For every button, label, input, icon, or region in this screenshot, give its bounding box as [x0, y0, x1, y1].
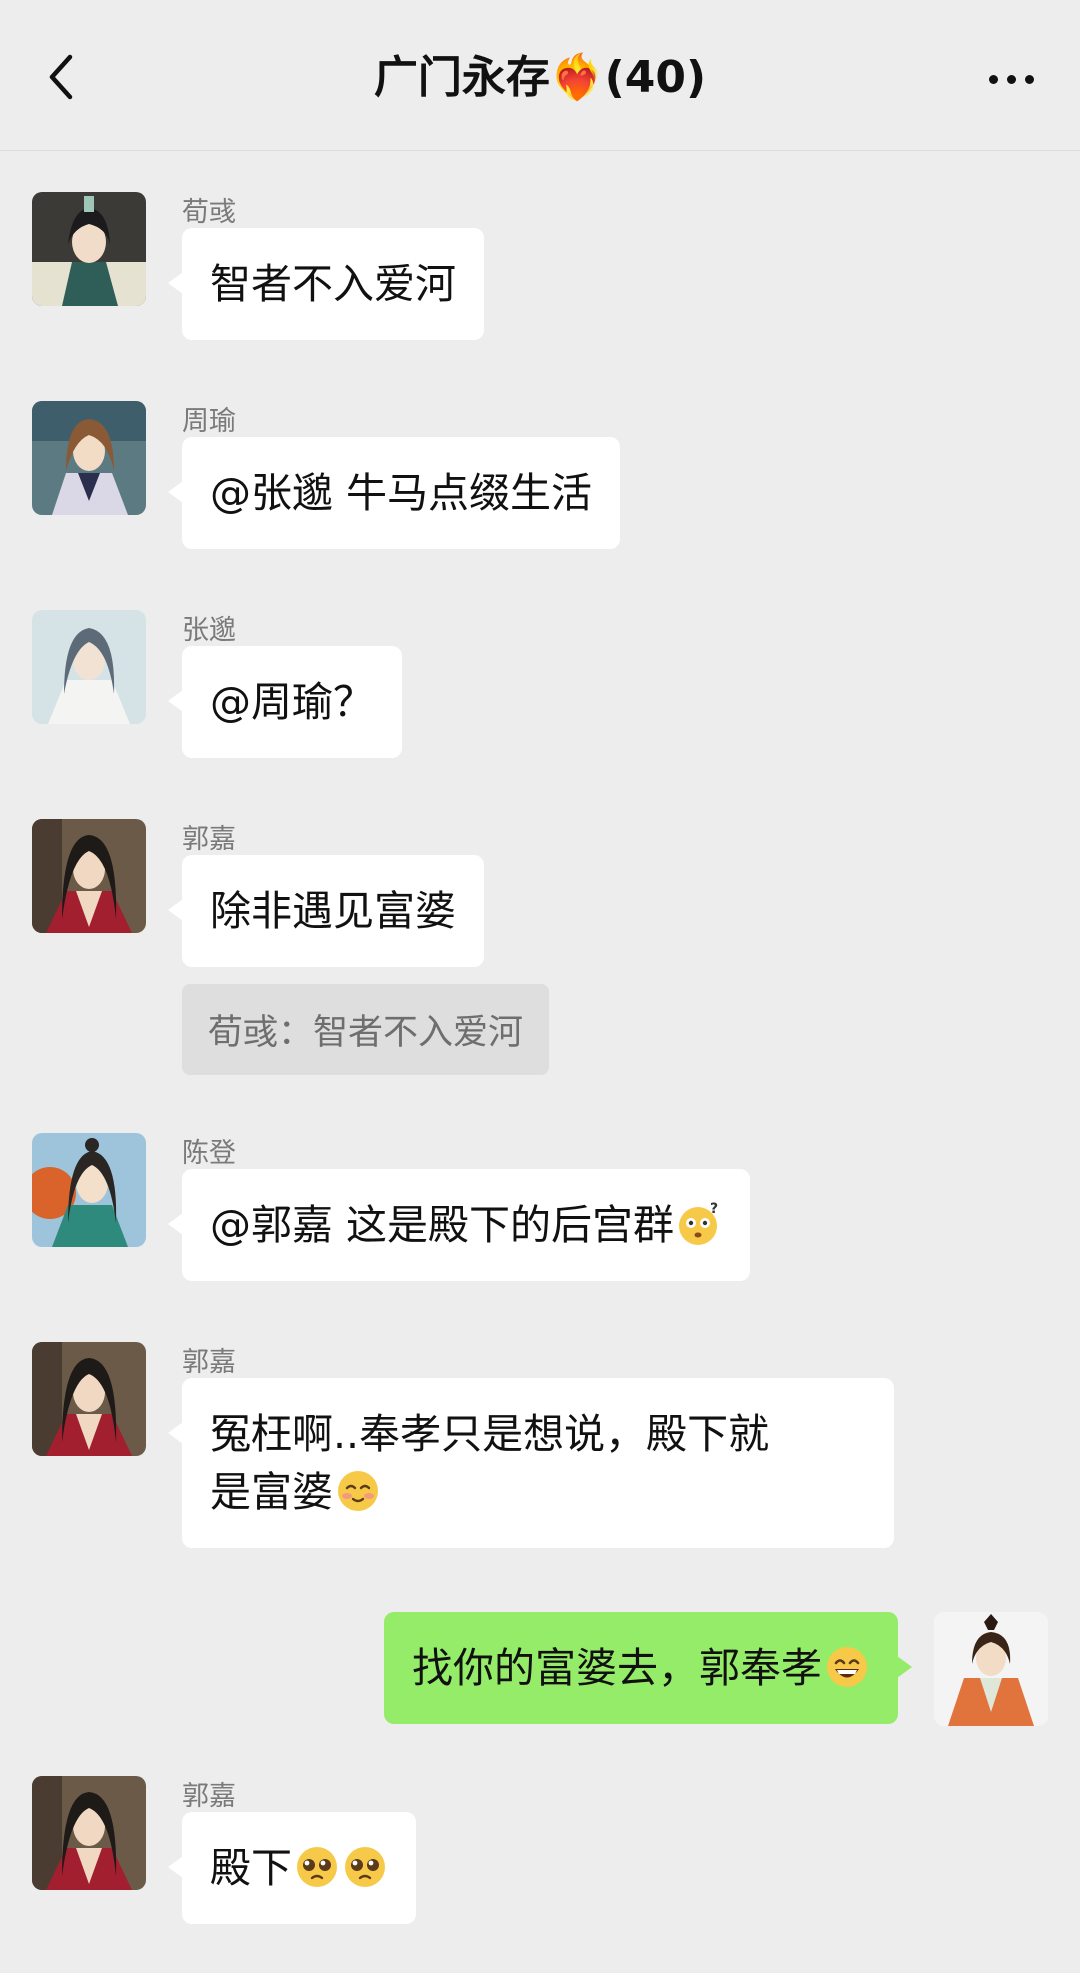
message-text: @周瑜？ [210, 678, 374, 726]
message-bubble[interactable]: 殿下 [168, 1812, 416, 1924]
avatar-self[interactable] [934, 1612, 1048, 1726]
avatar[interactable] [32, 610, 146, 724]
message-text: @郭嘉 这是殿下的后宫群 [210, 1201, 675, 1249]
avatar[interactable] [32, 401, 146, 515]
dot [1024, 74, 1034, 84]
flushed-question-emoji-icon: ? [679, 1201, 718, 1245]
message-text: 找你的富婆去，郭奉孝 [412, 1644, 822, 1692]
sender-name: 郭嘉 [182, 824, 236, 855]
avatar[interactable] [32, 1133, 146, 1247]
blushing-smile-emoji-icon [338, 1471, 378, 1511]
message-bubble[interactable]: @张邈 牛马点缀生活 [167, 437, 621, 549]
message-text-line-2: 是富婆 [210, 1463, 866, 1521]
more-options-button[interactable] [976, 64, 1046, 94]
message-bubble[interactable]: @郭嘉 这是殿下的后宫群 ? [167, 1169, 751, 1281]
message-text: 殿下 [210, 1844, 292, 1892]
sender-name: 郭嘉 [182, 1781, 236, 1812]
message-bubble[interactable]: @周瑜？ [168, 646, 402, 758]
message-text: @张邈 牛马点缀生活 [210, 469, 593, 517]
avatar[interactable] [32, 192, 146, 306]
sender-name: 周瑜 [182, 406, 236, 437]
chat-screen: 广门永存❤️‍🔥(40) 荀彧 智者不入爱河 [0, 0, 1080, 1973]
message-bubble[interactable]: 冤枉啊..奉孝只是想说，殿下就 是富婆 [168, 1378, 894, 1548]
quoted-message[interactable]: 荀彧：智者不入爱河 [182, 984, 550, 1075]
message-text: 是富婆 [210, 1468, 333, 1516]
sender-name: 张邈 [182, 615, 236, 646]
dot [1006, 74, 1016, 84]
message-bubble[interactable]: 除非遇见富婆 [168, 855, 484, 967]
quote-text: 荀彧：智者不入爱河 [208, 1013, 524, 1053]
message-text: 除非遇见富婆 [210, 887, 456, 935]
svg-text:?: ? [710, 1201, 718, 1217]
dot [988, 74, 998, 84]
message-text: 智者不入爱河 [210, 260, 456, 308]
chat-title: 广门永存❤️‍🔥(40) [373, 52, 707, 103]
pleading-emoji-icon [345, 1847, 385, 1887]
sender-name: 荀彧 [182, 197, 236, 228]
avatar[interactable] [32, 1342, 146, 1456]
avatar[interactable] [32, 1776, 146, 1890]
message-bubble-self[interactable]: 找你的富婆去，郭奉孝 [384, 1612, 912, 1724]
sender-name: 郭嘉 [182, 1347, 236, 1378]
pleading-emoji-icon [297, 1847, 337, 1887]
top-bar: 广门永存❤️‍🔥(40) [0, 0, 1080, 151]
avatar[interactable] [32, 819, 146, 933]
grinning-emoji-icon [827, 1647, 867, 1687]
sender-name: 陈登 [182, 1138, 236, 1169]
message-text-line: 冤枉啊..奉孝只是想说，殿下就 [210, 1410, 770, 1458]
message-bubble[interactable]: 智者不入爱河 [168, 228, 484, 340]
